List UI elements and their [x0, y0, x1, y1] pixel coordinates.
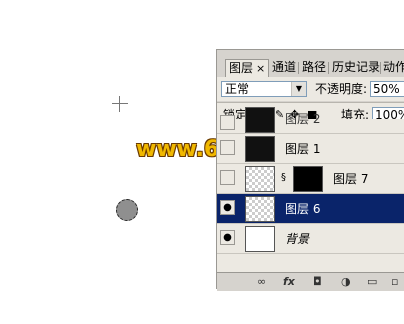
visibility-toggle[interactable]: [220, 115, 235, 130]
blend-opacity-row: 正常 ▼ 不透明度: 50%: [217, 77, 404, 101]
tab-channels-label: 通道: [272, 60, 297, 74]
opacity-input[interactable]: 50%: [370, 81, 404, 97]
layer-name: 背景: [285, 232, 310, 246]
layer-row-selected[interactable]: ● 图层 6: [217, 194, 404, 224]
layer-thumbnail: [245, 196, 275, 222]
panel-tabbar: 图层 × 通道 路径 历史记录 动作: [217, 50, 404, 77]
layer-mask-thumbnail: [293, 166, 323, 192]
layers-panel: 图层 × 通道 路径 历史记录 动作 正常 ▼ 不透明度: 50% 锁定: ✎ ✥…: [216, 49, 404, 291]
link-chain-icon: §: [281, 172, 286, 183]
layer-row[interactable]: 图层 1: [217, 134, 404, 164]
layer-row[interactable]: § 图层 7: [217, 164, 404, 194]
tab-layers-label: 图层: [229, 61, 254, 75]
link-icon[interactable]: ∞: [257, 276, 266, 288]
folder-icon[interactable]: ▭: [367, 276, 377, 288]
layer-row[interactable]: 图层 2: [217, 107, 404, 134]
tab-channels[interactable]: 通道: [269, 59, 299, 76]
layer-thumbnail: [245, 136, 275, 162]
layers-list: 图层 2 图层 1 § 图层 7 ● 图层 6 ● 背景: [217, 107, 404, 272]
layer-name: 图层 2: [285, 112, 321, 126]
layer-name: 图层 1: [285, 142, 321, 156]
brush-dot-selection: [116, 199, 138, 221]
blend-mode-select[interactable]: 正常 ▼: [221, 81, 307, 97]
eye-icon[interactable]: ●: [220, 200, 235, 215]
tab-actions-label: 动作: [383, 60, 404, 74]
layer-thumbnail: [245, 166, 275, 192]
panel-footer: ∞ fx ◘ ◑ ▭ ▫: [217, 272, 404, 291]
adjustment-icon[interactable]: ◑: [341, 276, 351, 288]
tab-layers[interactable]: 图层 ×: [225, 59, 270, 77]
tab-paths[interactable]: 路径: [299, 59, 329, 76]
chevron-down-icon: ▼: [291, 82, 306, 96]
layer-row[interactable]: ● 背景: [217, 224, 404, 254]
tab-history-label: 历史记录: [332, 60, 381, 74]
tab-actions[interactable]: 动作: [380, 59, 404, 76]
tab-paths-label: 路径: [302, 60, 327, 74]
layer-name: 图层 7: [333, 172, 369, 186]
layer-name: 图层 6: [285, 202, 321, 216]
fx-icon[interactable]: fx: [283, 276, 295, 288]
eye-icon[interactable]: ●: [220, 230, 235, 245]
mask-icon[interactable]: ◘: [313, 276, 322, 288]
layer-thumbnail: [245, 107, 275, 133]
visibility-toggle[interactable]: [220, 170, 235, 185]
opacity-label: 不透明度:: [315, 82, 368, 96]
crosshair-cursor-icon: [112, 96, 128, 112]
layer-thumbnail: [245, 226, 275, 252]
visibility-toggle[interactable]: [220, 140, 235, 155]
tab-history[interactable]: 历史记录: [329, 59, 383, 76]
close-icon[interactable]: ×: [256, 62, 265, 75]
blend-mode-value: 正常: [225, 82, 250, 96]
new-layer-icon[interactable]: ▫: [391, 276, 398, 288]
